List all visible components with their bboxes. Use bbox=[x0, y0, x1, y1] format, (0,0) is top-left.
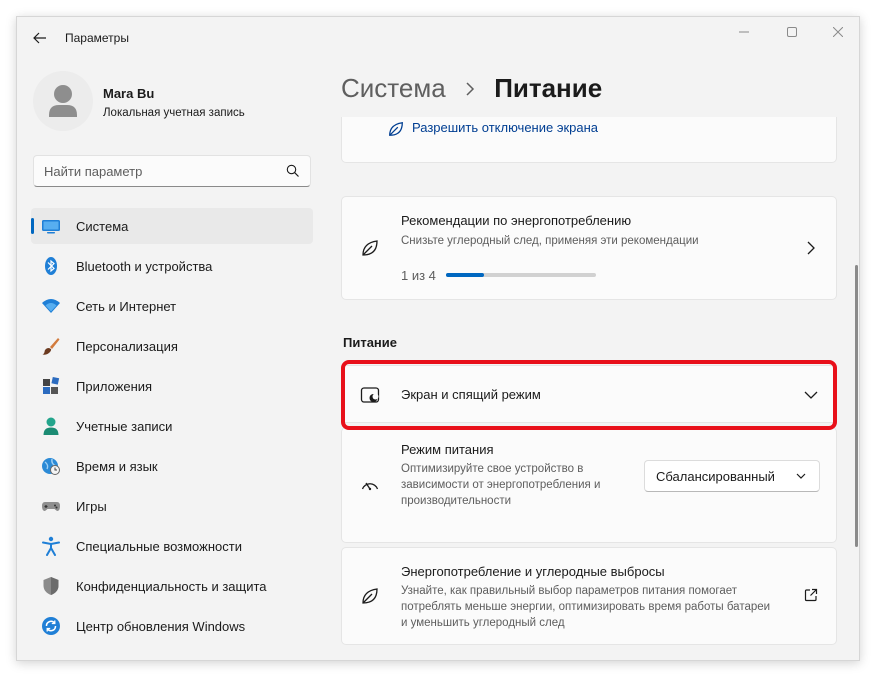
sidebar-item-accessibility[interactable]: Специальные возможности bbox=[31, 528, 313, 564]
allow-screen-off-link[interactable]: Разрешить отключение экрана bbox=[412, 120, 598, 135]
close-button[interactable] bbox=[815, 17, 859, 47]
chevron-right-icon[interactable] bbox=[804, 241, 818, 255]
card-title: Энергопотребление и углеродные выбросы bbox=[401, 564, 665, 579]
card-title: Экран и спящий режим bbox=[401, 387, 541, 402]
gamepad-icon bbox=[42, 502, 60, 511]
bluetooth-icon bbox=[45, 257, 57, 275]
sidebar-item-label: Приложения bbox=[76, 379, 153, 394]
scrollbar[interactable] bbox=[855, 265, 858, 547]
page-title: Питание bbox=[494, 73, 603, 103]
search-input[interactable] bbox=[34, 156, 274, 186]
update-icon bbox=[42, 617, 60, 635]
card-title: Режим питания bbox=[401, 442, 494, 457]
power-mode-card: Режим питания Оптимизируйте свое устройс… bbox=[341, 427, 837, 543]
sidebar-item-apps[interactable]: Приложения bbox=[31, 368, 313, 404]
sidebar-item-bluetooth[interactable]: Bluetooth и устройства bbox=[31, 248, 313, 284]
arrow-left-icon bbox=[33, 32, 46, 44]
breadcrumb-parent[interactable]: Система bbox=[341, 73, 446, 103]
section-title: Питание bbox=[343, 335, 398, 350]
account-icon bbox=[43, 417, 59, 435]
system-display-icon bbox=[42, 220, 60, 234]
sidebar-item-label: Игры bbox=[76, 499, 107, 514]
close-icon bbox=[833, 27, 843, 37]
sidebar-item-label: Учетные записи bbox=[76, 419, 173, 434]
title-bar: Параметры bbox=[17, 17, 859, 59]
wifi-icon bbox=[42, 299, 60, 313]
external-link-icon[interactable] bbox=[804, 588, 818, 602]
sidebar-item-label: Персонализация bbox=[76, 339, 178, 354]
gauge-icon bbox=[361, 482, 379, 491]
progress-bar bbox=[446, 273, 596, 277]
sidebar-item-label: Время и язык bbox=[76, 459, 158, 474]
sidebar-item-gaming[interactable]: Игры bbox=[31, 488, 313, 524]
apps-icon bbox=[43, 376, 60, 394]
settings-window: Параметры Mara Bu Локальная учетная запи… bbox=[16, 16, 860, 661]
globe-clock-icon bbox=[42, 458, 60, 475]
search-icon[interactable] bbox=[286, 164, 300, 178]
chevron-down-icon[interactable] bbox=[804, 388, 818, 402]
account-type: Локальная учетная запись bbox=[103, 107, 245, 119]
chevron-right-icon bbox=[465, 72, 475, 103]
maximize-icon bbox=[787, 27, 797, 37]
leaf-icon bbox=[362, 588, 378, 604]
sidebar-item-accounts[interactable]: Учетные записи bbox=[31, 408, 313, 444]
breadcrumb: Система Питание bbox=[341, 73, 602, 106]
sidebar-item-label: Специальные возможности bbox=[76, 539, 242, 554]
sidebar-item-label: Центр обновления Windows bbox=[76, 619, 246, 634]
leaf-icon bbox=[389, 121, 403, 136]
screen-off-card: Разрешить отключение экрана bbox=[341, 117, 837, 163]
sidebar-item-label: Система bbox=[76, 219, 129, 234]
accessibility-icon bbox=[42, 536, 60, 556]
search-box[interactable] bbox=[33, 155, 311, 187]
progress-fill bbox=[446, 273, 484, 277]
sidebar-item-system[interactable]: Система bbox=[31, 208, 313, 244]
sidebar-nav: Система Bluetooth и устройства Сеть и Ин… bbox=[31, 208, 313, 648]
avatar bbox=[33, 71, 93, 131]
sidebar-item-label: Bluetooth и устройства bbox=[76, 259, 213, 274]
maximize-button[interactable] bbox=[769, 17, 815, 47]
card-description: Оптимизируйте свое устройство в зависимо… bbox=[401, 463, 601, 507]
card-description: Узнайте, как правильный выбор параметров… bbox=[401, 585, 771, 629]
progress-text: 1 из 4 bbox=[401, 268, 436, 283]
user-name: Mara Bu bbox=[103, 86, 155, 101]
shield-icon bbox=[43, 577, 59, 595]
sidebar-item-network[interactable]: Сеть и Интернет bbox=[31, 288, 313, 324]
app-title: Параметры bbox=[65, 31, 129, 45]
card-description: Снизьте углеродный след, применяя эти ре… bbox=[401, 235, 699, 247]
sidebar-item-personalization[interactable]: Персонализация bbox=[31, 328, 313, 364]
dropdown-value: Сбалансированный bbox=[656, 469, 775, 484]
screen-sleep-card[interactable]: Экран и спящий режим bbox=[341, 365, 837, 423]
sidebar-item-windows-update[interactable]: Центр обновления Windows bbox=[31, 608, 313, 644]
energy-recommendations-card[interactable]: Рекомендации по энергопотреблению Снизьт… bbox=[341, 196, 837, 300]
sidebar-item-label: Сеть и Интернет bbox=[76, 299, 177, 314]
chevron-down-icon bbox=[796, 473, 806, 479]
back-button[interactable] bbox=[27, 27, 53, 49]
sidebar-item-privacy[interactable]: Конфиденциальность и защита bbox=[31, 568, 313, 604]
minimize-button[interactable] bbox=[721, 17, 767, 47]
sidebar-item-time-language[interactable]: Время и язык bbox=[31, 448, 313, 484]
minimize-icon bbox=[739, 31, 749, 33]
screen-sleep-icon bbox=[360, 387, 380, 403]
power-mode-dropdown[interactable]: Сбалансированный bbox=[644, 460, 820, 492]
energy-emissions-card[interactable]: Энергопотребление и углеродные выбросы У… bbox=[341, 547, 837, 645]
user-avatar-icon bbox=[49, 85, 77, 117]
leaf-icon bbox=[362, 240, 378, 256]
main-content: Разрешить отключение экрана Рекомендации… bbox=[341, 117, 837, 660]
brush-icon bbox=[42, 338, 60, 355]
sidebar-item-label: Конфиденциальность и защита bbox=[76, 579, 267, 594]
card-title: Рекомендации по энергопотреблению bbox=[401, 213, 632, 228]
